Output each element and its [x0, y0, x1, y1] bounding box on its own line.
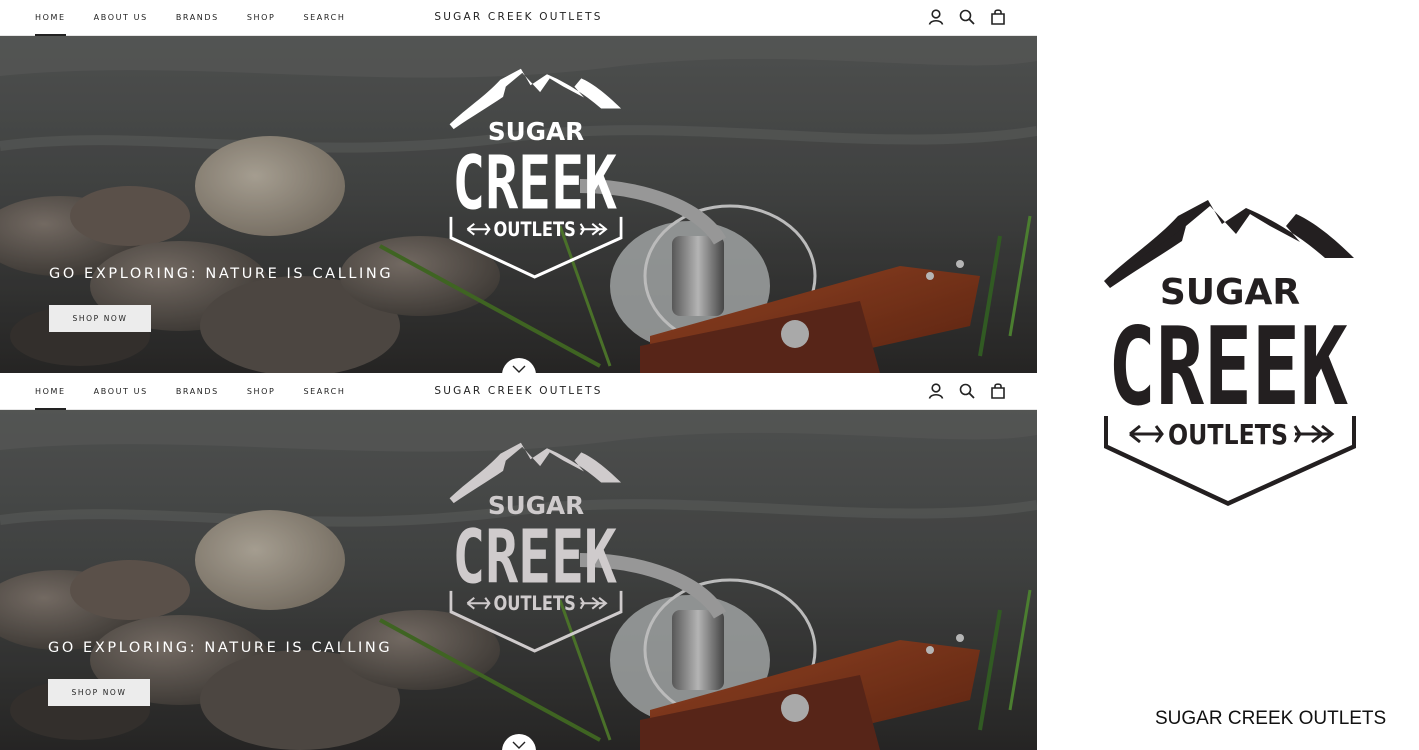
nav-icons	[927, 8, 1007, 26]
nav-item-home[interactable]: HOME	[35, 374, 66, 410]
nav-item-search[interactable]: SEARCH	[303, 374, 345, 410]
chevron-down-icon	[512, 365, 526, 373]
account-icon[interactable]	[927, 8, 945, 26]
chevron-down-icon	[512, 741, 526, 749]
nav-item-search[interactable]: SEARCH	[303, 0, 345, 36]
brand-caption: SUGAR CREEK OUTLETS	[1155, 708, 1387, 729]
nav-item-about-us[interactable]: ABOUT US	[94, 374, 148, 410]
shop-now-button[interactable]: SHOP NOW	[49, 305, 151, 332]
hero-screenshot-bottom: HOME ABOUT US BRANDS SHOP SEARCH SUGAR C…	[0, 374, 1037, 750]
top-navigation-bar: HOME ABOUT US BRANDS SHOP SEARCH SUGAR C…	[0, 374, 1037, 410]
nav-item-about-us[interactable]: ABOUT US	[94, 0, 148, 36]
account-icon[interactable]	[927, 382, 945, 400]
hero-section: GO EXPLORING: NATURE IS CALLING SHOP NOW	[0, 36, 1037, 373]
hero-heading: GO EXPLORING: NATURE IS CALLING	[49, 266, 394, 282]
nav-item-home[interactable]: HOME	[35, 0, 66, 36]
search-icon[interactable]	[958, 382, 976, 400]
nav-links: HOME ABOUT US BRANDS SHOP SEARCH	[35, 374, 373, 410]
nav-item-brands[interactable]: BRANDS	[176, 0, 219, 36]
bag-icon[interactable]	[989, 382, 1007, 400]
nav-links: HOME ABOUT US BRANDS SHOP SEARCH	[35, 0, 373, 36]
top-navigation-bar: HOME ABOUT US BRANDS SHOP SEARCH SUGAR C…	[0, 0, 1037, 36]
hero-brand-logo	[446, 66, 626, 280]
shop-now-button[interactable]: SHOP NOW	[48, 679, 150, 706]
hero-brand-logo	[446, 440, 626, 654]
nav-item-brands[interactable]: BRANDS	[176, 374, 219, 410]
nav-icons	[927, 382, 1007, 400]
hero-screenshot-top: HOME ABOUT US BRANDS SHOP SEARCH SUGAR C…	[0, 0, 1037, 373]
bag-icon[interactable]	[989, 8, 1007, 26]
nav-item-shop[interactable]: SHOP	[247, 0, 276, 36]
search-icon[interactable]	[958, 8, 976, 26]
hero-heading: GO EXPLORING: NATURE IS CALLING	[48, 640, 393, 656]
brand-logo-mark	[1100, 196, 1360, 508]
hero-section: GO EXPLORING: NATURE IS CALLING SHOP NOW	[0, 410, 1037, 750]
nav-item-shop[interactable]: SHOP	[247, 374, 276, 410]
